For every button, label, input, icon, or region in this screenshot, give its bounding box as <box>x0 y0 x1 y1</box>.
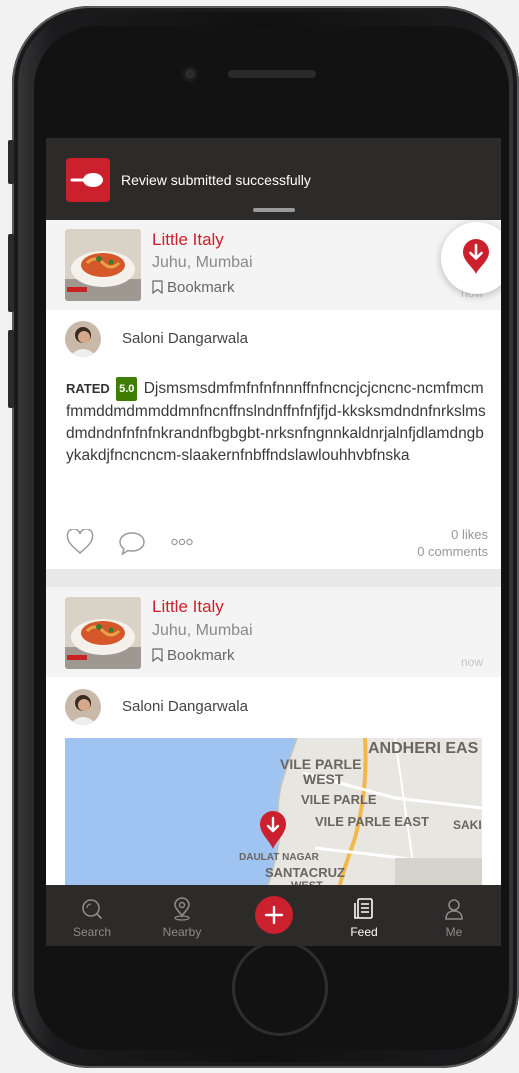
app-logo-icon <box>66 158 110 202</box>
speaker-grille <box>228 70 316 78</box>
bookmark-icon <box>152 280 163 295</box>
tab-nearby[interactable]: Nearby <box>147 885 217 946</box>
tab-label: Search <box>72 925 112 939</box>
more-options-icon[interactable] <box>171 538 193 546</box>
avatar[interactable] <box>65 689 101 725</box>
post-author[interactable]: Saloni Dangarwala <box>65 689 365 725</box>
map-label: SAKI <box>453 818 482 832</box>
restaurant-thumbnail <box>65 229 141 301</box>
add-icon <box>264 905 284 925</box>
toast-drag-handle[interactable] <box>253 208 295 212</box>
success-toast[interactable]: Review submitted successfully <box>46 138 501 220</box>
post-time: now <box>460 655 483 669</box>
bookmark-icon <box>152 648 163 663</box>
restaurant-thumbnail <box>65 597 141 669</box>
tab-search[interactable]: Search <box>57 885 127 946</box>
bottom-tab-bar: Search Nearby Feed Me <box>46 885 501 946</box>
post-author[interactable]: Saloni Dangarwala <box>65 321 365 357</box>
rating-badge: 5.0 <box>116 377 138 401</box>
add-button[interactable] <box>255 896 293 934</box>
tab-me[interactable]: Me <box>419 885 489 946</box>
feed-separator <box>46 569 501 587</box>
toast-message: Review submitted successfully <box>121 172 311 188</box>
search-icon <box>82 899 102 919</box>
home-button[interactable] <box>232 940 328 1036</box>
map-label: DAULAT NAGAR <box>239 852 319 863</box>
likes-count[interactable]: 0 likes <box>417 526 488 543</box>
post-header[interactable]: Little Italy Juhu, Mumbai Bookmark now <box>46 587 501 677</box>
review-text: RATED 5.0 Djsmsmsdmfmfnfnfnnnffnfncncjcj… <box>66 377 486 467</box>
user-icon <box>445 899 463 920</box>
author-name[interactable]: Saloni Dangarwala <box>122 330 248 347</box>
map-label: VILE PARLE <box>301 792 377 807</box>
front-camera <box>182 66 198 82</box>
app-screen: Little Italy Juhu, Mumbai Bookmark now S… <box>46 138 501 946</box>
location-pin-download-icon <box>463 239 489 274</box>
map-label: SANTACRUZ <box>265 865 345 880</box>
tab-feed[interactable]: Feed <box>329 885 399 946</box>
map-label: ANDHERI EAS <box>368 740 479 757</box>
bookmark-label: Bookmark <box>167 647 235 664</box>
map-label: VILE PARLE EAST <box>315 814 429 829</box>
restaurant-location: Juhu, Mumbai <box>152 622 253 639</box>
post-header[interactable]: Little Italy Juhu, Mumbai Bookmark now <box>46 220 501 310</box>
bookmark-label: Bookmark <box>167 279 235 296</box>
volume-down-button <box>8 330 14 408</box>
tab-label: Feed <box>350 925 378 939</box>
post-actions: 0 likes 0 comments <box>66 526 488 566</box>
post-stats: 0 likes 0 comments <box>417 526 488 560</box>
restaurant-name[interactable]: Little Italy <box>152 230 224 250</box>
restaurant-name[interactable]: Little Italy <box>152 597 224 617</box>
tab-label: Nearby <box>162 925 202 939</box>
heart-icon[interactable] <box>66 529 94 555</box>
comments-count[interactable]: 0 comments <box>417 543 488 560</box>
map-label: WEST <box>303 771 344 787</box>
author-name[interactable]: Saloni Dangarwala <box>122 698 248 715</box>
tab-label: Me <box>445 925 463 939</box>
restaurant-location: Juhu, Mumbai <box>152 254 253 271</box>
mute-switch <box>8 140 14 184</box>
map-pin-icon[interactable] <box>258 810 288 850</box>
comment-icon[interactable] <box>118 530 146 556</box>
location-pin-icon <box>174 897 190 921</box>
feed-icon <box>354 898 373 919</box>
map-label: VILE PARLE <box>280 756 362 772</box>
rated-label: RATED <box>66 381 110 396</box>
bookmark-button[interactable]: Bookmark <box>152 647 235 664</box>
bookmark-button[interactable]: Bookmark <box>152 279 235 296</box>
avatar[interactable] <box>65 321 101 357</box>
volume-up-button <box>8 234 14 312</box>
